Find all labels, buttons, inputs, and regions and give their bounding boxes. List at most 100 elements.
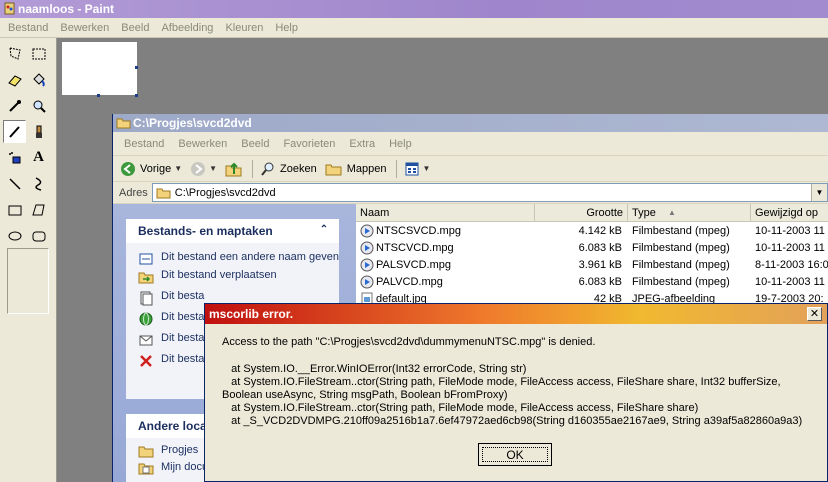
- file-name-cell: PALVCD.mpg: [356, 275, 535, 289]
- delete-x-icon: [140, 355, 152, 367]
- search-icon: [261, 162, 274, 176]
- move-icon: [138, 272, 154, 284]
- views-button[interactable]: ▼: [401, 158, 434, 180]
- up-folder-button[interactable]: [222, 158, 246, 180]
- media-file-icon: [360, 258, 374, 271]
- eraser-icon[interactable]: [3, 68, 26, 91]
- folders-icon: [325, 164, 342, 175]
- paint-window-title: naamloos - Paint: [18, 2, 115, 16]
- file-name-cell: NTSCSVCD.mpg: [356, 224, 535, 238]
- explorer-menu-beeld[interactable]: Beeld: [234, 138, 276, 150]
- file-name-cell: NTSCVCD.mpg: [356, 241, 535, 255]
- file-tasks-title: Bestands- en maptaken: [138, 224, 273, 238]
- back-button[interactable]: Vorige ▼: [117, 158, 185, 180]
- explorer-menu-help[interactable]: Help: [382, 138, 419, 150]
- search-button[interactable]: Zoeken: [257, 158, 320, 180]
- curve-icon[interactable]: [27, 172, 50, 195]
- table-row[interactable]: NTSCSVCD.mpg 4.142 kB Filmbestand (mpeg) 10…: [356, 222, 828, 239]
- place-my-documents-label: Mijn docu: [161, 461, 209, 473]
- forward-arrow-icon: [191, 161, 206, 176]
- table-row[interactable]: NTSCVCD.mpg 6.083 kB Filmbestand (mpeg) 10-…: [356, 239, 828, 256]
- paint-menu-help[interactable]: Help: [269, 22, 304, 34]
- magnifier-icon[interactable]: [27, 94, 50, 117]
- rect-select-icon[interactable]: [27, 42, 50, 65]
- paint-canvas[interactable]: [62, 42, 137, 95]
- canvas-resize-handle-bottom[interactable]: [97, 94, 100, 97]
- chevron-down-icon[interactable]: ▼: [209, 164, 217, 173]
- chevron-down-icon[interactable]: ▼: [174, 164, 182, 173]
- text-icon[interactable]: A: [27, 146, 50, 169]
- brush-icon[interactable]: [27, 120, 50, 143]
- paint-menu-afbeelding[interactable]: Afbeelding: [155, 22, 219, 34]
- column-header-name[interactable]: Naam: [356, 204, 535, 222]
- close-icon[interactable]: ✕: [807, 307, 822, 321]
- tool-options-box[interactable]: [7, 248, 49, 314]
- file-tasks-header[interactable]: Bestands- en maptaken ⌃: [126, 219, 339, 243]
- paint-title-bar[interactable]: naamloos - Paint: [0, 0, 828, 18]
- line-icon[interactable]: [3, 172, 26, 195]
- task-move[interactable]: Dit bestand verplaatsen: [126, 269, 339, 284]
- file-rows: NTSCSVCD.mpg 4.142 kB Filmbestand (mpeg) 10…: [356, 222, 828, 307]
- paint-menu-kleuren[interactable]: Kleuren: [219, 22, 269, 34]
- canvas-resize-handle-corner[interactable]: [135, 94, 138, 97]
- file-type: Filmbestand (mpeg): [632, 241, 730, 254]
- address-label: Adres: [119, 186, 148, 199]
- column-header-size[interactable]: Grootte: [535, 204, 628, 222]
- file-name: NTSCSVCD.mpg: [376, 224, 461, 237]
- folders-button[interactable]: Mappen: [322, 158, 390, 180]
- file-list-header: Naam Grootte Type ▲ Gewijzigd op: [356, 204, 828, 222]
- canvas-resize-handle-right[interactable]: [135, 66, 138, 69]
- folder-icon: [116, 118, 131, 129]
- search-button-label: Zoeken: [280, 162, 317, 175]
- explorer-menu-bewerken[interactable]: Bewerken: [171, 138, 234, 150]
- explorer-menu-bestand[interactable]: Bestand: [117, 138, 171, 150]
- file-name: NTSCVCD.mpg: [376, 241, 454, 254]
- ellipse-icon[interactable]: [3, 224, 26, 247]
- column-header-type[interactable]: Type ▲: [628, 204, 751, 222]
- dialog-title-bar[interactable]: mscorlib error. ✕: [205, 304, 827, 324]
- table-row[interactable]: PALSVCD.mpg 3.961 kB Filmbestand (mpeg) 8-1…: [356, 256, 828, 273]
- airbrush-icon[interactable]: [3, 146, 26, 169]
- error-message: Access to the path "C:\Progjes\svcd2dvd\…: [222, 336, 596, 348]
- column-header-type-label: Type: [632, 207, 656, 219]
- collapse-chevron-icon[interactable]: ⌃: [317, 223, 331, 237]
- media-file-icon: [360, 224, 374, 237]
- paint-menu-bestand[interactable]: Bestand: [2, 22, 54, 34]
- back-arrow-icon: [121, 161, 135, 176]
- chevron-down-icon[interactable]: ▼: [423, 164, 431, 173]
- free-select-icon[interactable]: [3, 42, 26, 65]
- stack-trace: at System.IO.__Error.WinIOError(Int32 er…: [222, 363, 822, 428]
- address-input[interactable]: C:\Progjes\svcd2dvd ▼: [151, 183, 828, 202]
- address-bar: Adres C:\Progjes\svcd2dvd ▼: [113, 182, 828, 204]
- forward-button[interactable]: ▼: [187, 158, 220, 180]
- table-row[interactable]: PALVCD.mpg 6.083 kB Filmbestand (mpeg) 10-1…: [356, 273, 828, 290]
- address-dropdown-button[interactable]: ▼: [811, 184, 827, 201]
- explorer-toolbar: Vorige ▼ ▼ Zoeken Mappen ▼: [113, 156, 828, 182]
- ok-button[interactable]: OK: [478, 443, 552, 466]
- explorer-title-bar[interactable]: C:\Progjes\svcd2dvd: [113, 114, 828, 132]
- polygon-icon[interactable]: [27, 198, 50, 221]
- paint-menu-bewerken[interactable]: Bewerken: [54, 22, 115, 34]
- globe-icon: [139, 312, 153, 326]
- fill-icon[interactable]: [27, 68, 50, 91]
- task-rename[interactable]: Dit bestand een andere naam geven: [126, 251, 339, 265]
- pencil-icon[interactable]: [3, 120, 26, 143]
- file-modified: 10-11-2003 11: [755, 241, 825, 254]
- stack-trace-line: at _S_VCD2DVDMPG.210ff09a2516b1a7.6ef479…: [222, 415, 803, 427]
- copy-icon: [140, 291, 153, 306]
- toolbar-separator: [252, 159, 254, 178]
- file-name: PALVCD.mpg: [376, 275, 443, 288]
- rectangle-icon[interactable]: [3, 198, 26, 221]
- explorer-menu-favorieten[interactable]: Favorieten: [276, 138, 342, 150]
- rounded-rect-icon[interactable]: [27, 224, 50, 247]
- task-copy-label: Dit besta: [161, 290, 205, 302]
- file-size: 6.083 kB: [578, 241, 622, 254]
- task-move-label: Dit bestand verplaatsen: [161, 269, 277, 281]
- paint-menu-beeld[interactable]: Beeld: [115, 22, 155, 34]
- column-header-modified[interactable]: Gewijzigd op: [751, 204, 828, 222]
- task-copy[interactable]: Dit besta: [126, 290, 339, 306]
- explorer-menu-extra[interactable]: Extra: [342, 138, 382, 150]
- file-size: 4.142 kB: [578, 224, 622, 237]
- eyedropper-icon[interactable]: [3, 94, 26, 117]
- explorer-menubar: Bestand Bewerken Beeld Favorieten Extra …: [113, 132, 828, 156]
